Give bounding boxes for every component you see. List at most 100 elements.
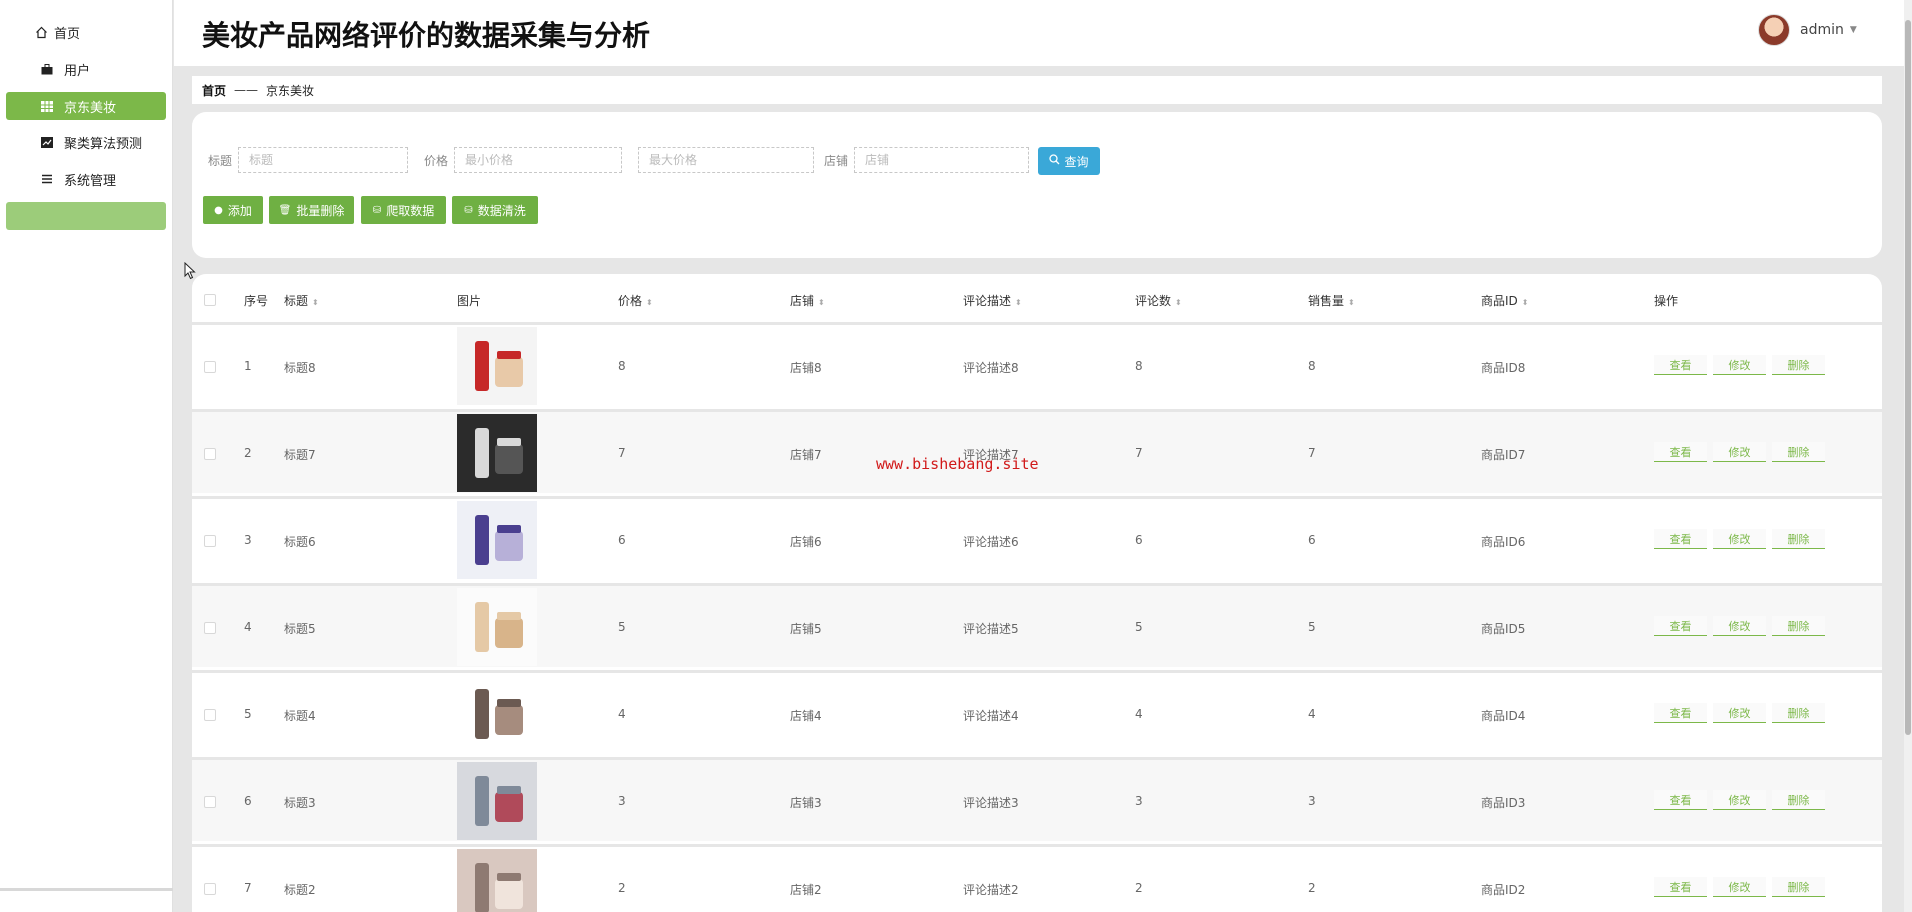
edit-button[interactable]: 修改 <box>1713 442 1766 462</box>
column-header-shop[interactable]: 店铺 ⬍ <box>790 292 825 309</box>
view-button[interactable]: 查看 <box>1654 790 1707 810</box>
price-label: 价格 <box>424 154 449 168</box>
cell-shop: 店铺4 <box>790 709 822 723</box>
cell-review-count: 7 <box>1135 446 1143 460</box>
column-header-sales[interactable]: 销售量 ⬍ <box>1308 292 1355 309</box>
sidebar-item-label: 系统管理 <box>64 173 117 189</box>
row-checkbox[interactable] <box>204 709 216 721</box>
sidebar-item-users[interactable]: 用户 <box>6 55 166 83</box>
cell-price: 7 <box>618 446 626 460</box>
column-header-actions: 操作 <box>1654 294 1679 308</box>
batch-delete-label: 批量删除 <box>296 203 345 218</box>
sidebar-item-label: 聚类算法预测 <box>64 136 143 152</box>
header: 美妆产品网络评价的数据采集与分析 admin ▼ <box>174 0 1904 66</box>
edit-button[interactable]: 修改 <box>1713 790 1766 810</box>
cell-title: 标题4 <box>284 709 316 723</box>
mouse-cursor-icon <box>184 261 196 285</box>
row-checkbox[interactable] <box>204 448 216 460</box>
column-header-product-id[interactable]: 商品ID ⬍ <box>1481 292 1528 309</box>
delete-button[interactable]: 删除 <box>1772 355 1825 375</box>
cell-title: 标题5 <box>284 622 316 636</box>
sidebar-item-home[interactable]: 首页 <box>6 18 166 46</box>
cell-sales: 3 <box>1308 794 1316 808</box>
chart-icon <box>38 136 56 148</box>
delete-button[interactable]: 删除 <box>1772 616 1825 636</box>
cell-index: 7 <box>244 881 252 895</box>
table-row: 4 标题5 5 店铺5 评论描述5 5 5 商品ID5 查看 修改 删除 <box>192 583 1882 667</box>
edit-button[interactable]: 修改 <box>1713 529 1766 549</box>
cell-shop: 店铺3 <box>790 796 822 810</box>
title-input[interactable] <box>238 147 408 173</box>
sidebar-item-jd-beauty[interactable]: 京东美妆 <box>6 92 166 120</box>
sidebar-item-cluster-prediction[interactable]: 聚类算法预测 <box>6 128 166 156</box>
delete-button[interactable]: 删除 <box>1772 529 1825 549</box>
column-header-label: 销售量 <box>1308 294 1345 308</box>
product-thumbnail <box>457 762 537 840</box>
column-header-price[interactable]: 价格 ⬍ <box>618 292 653 309</box>
cell-index: 5 <box>244 707 252 721</box>
edit-button[interactable]: 修改 <box>1713 703 1766 723</box>
cell-sales: 4 <box>1308 707 1316 721</box>
sort-icon: ⬍ <box>1175 298 1182 307</box>
column-header-label: 店铺 <box>790 294 815 308</box>
cell-product-id: 商品ID6 <box>1481 535 1526 549</box>
plus-circle-icon: ● <box>214 204 223 216</box>
add-button[interactable]: ● 添加 <box>203 196 263 224</box>
column-header-label: 评论描述 <box>963 294 1012 308</box>
database-icon: ⛁ <box>464 204 473 216</box>
edit-button[interactable]: 修改 <box>1713 355 1766 375</box>
cell-title: 标题7 <box>284 448 316 462</box>
row-checkbox[interactable] <box>204 883 216 895</box>
scrollbar[interactable] <box>1904 0 1912 912</box>
column-header-review-count[interactable]: 评论数 ⬍ <box>1135 292 1182 309</box>
shop-input[interactable] <box>854 147 1029 173</box>
search-panel: 标题 价格 店铺 查询 ● 添加 🗑 批量删除 ⛁ 爬取数据 ⛁ 数据清洗 <box>192 112 1882 258</box>
cell-shop: 店铺8 <box>790 361 822 375</box>
max-price-input[interactable] <box>638 147 814 173</box>
delete-button[interactable]: 删除 <box>1772 703 1825 723</box>
cell-index: 1 <box>244 359 252 373</box>
cell-review-count: 2 <box>1135 881 1143 895</box>
cell-review-count: 6 <box>1135 533 1143 547</box>
view-button[interactable]: 查看 <box>1654 616 1707 636</box>
view-button[interactable]: 查看 <box>1654 529 1707 549</box>
table-row: 1 标题8 8 店铺8 评论描述8 8 8 商品ID8 查看 修改 删除 <box>192 322 1882 406</box>
column-header-label: 商品ID <box>1481 294 1518 308</box>
view-button[interactable]: 查看 <box>1654 442 1707 462</box>
clean-data-label: 数据清洗 <box>477 203 526 218</box>
column-header-review-desc[interactable]: 评论描述 ⬍ <box>963 292 1022 309</box>
cell-product-id: 商品ID8 <box>1481 361 1526 375</box>
search-button[interactable]: 查询 <box>1038 147 1100 175</box>
cell-product-id: 商品ID7 <box>1481 448 1526 462</box>
edit-button[interactable]: 修改 <box>1713 877 1766 897</box>
row-checkbox[interactable] <box>204 361 216 373</box>
min-price-input[interactable] <box>454 147 622 173</box>
view-button[interactable]: 查看 <box>1654 703 1707 723</box>
sidebar-item-system[interactable]: 系统管理 <box>6 165 166 193</box>
cell-review-desc: 评论描述3 <box>963 796 1019 810</box>
delete-button[interactable]: 删除 <box>1772 442 1825 462</box>
row-checkbox[interactable] <box>204 796 216 808</box>
row-checkbox[interactable] <box>204 535 216 547</box>
cell-price: 4 <box>618 707 626 721</box>
scrollbar-thumb[interactable] <box>1905 20 1911 735</box>
cell-shop: 店铺5 <box>790 622 822 636</box>
view-button[interactable]: 查看 <box>1654 877 1707 897</box>
product-thumbnail <box>457 849 537 912</box>
clean-data-button[interactable]: ⛁ 数据清洗 <box>452 196 538 224</box>
sidebar-item-label: 京东美妆 <box>64 100 117 116</box>
batch-delete-button[interactable]: 🗑 批量删除 <box>269 196 354 224</box>
delete-button[interactable]: 删除 <box>1772 790 1825 810</box>
breadcrumb-home[interactable]: 首页 <box>202 82 226 99</box>
select-all-checkbox[interactable] <box>204 294 216 306</box>
column-header-title[interactable]: 标题 ⬍ <box>284 292 319 309</box>
row-checkbox[interactable] <box>204 622 216 634</box>
sort-icon: ⬍ <box>1015 298 1022 307</box>
sidebar-item-placeholder[interactable] <box>6 202 166 230</box>
view-button[interactable]: 查看 <box>1654 355 1707 375</box>
delete-button[interactable]: 删除 <box>1772 877 1825 897</box>
user-menu[interactable]: admin ▼ <box>1758 14 1857 46</box>
cell-index: 3 <box>244 533 252 547</box>
edit-button[interactable]: 修改 <box>1713 616 1766 636</box>
crawl-data-button[interactable]: ⛁ 爬取数据 <box>361 196 446 224</box>
